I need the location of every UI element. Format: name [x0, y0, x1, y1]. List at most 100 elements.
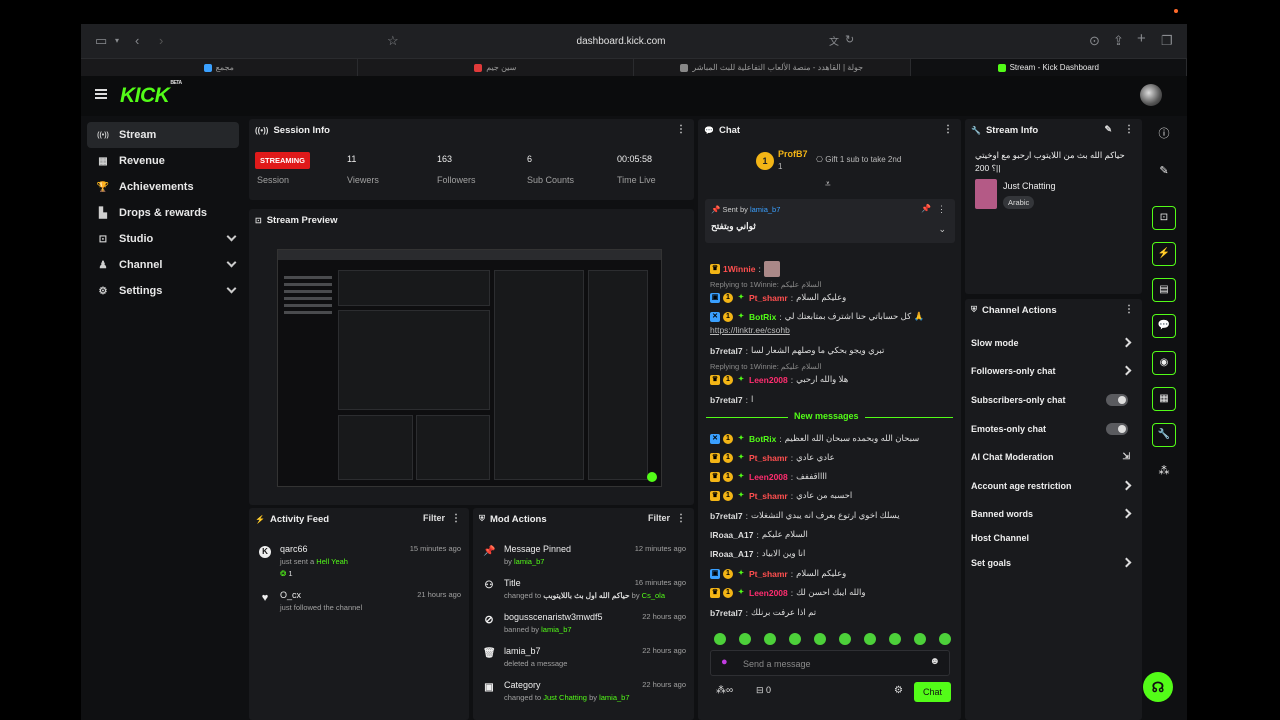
chat-username[interactable]: Pt_shamr — [749, 453, 788, 463]
sidebar-item-achievements[interactable]: 🏆 Achievements — [87, 174, 239, 200]
category-name[interactable]: Just Chatting — [1003, 181, 1056, 191]
chat-message[interactable]: b7retal7: يسلك اخوي ارتوع بعرف انه يبدي … — [710, 510, 900, 521]
emote-icon[interactable] — [914, 633, 926, 645]
mod-desc-user[interactable]: lamia_b7 — [514, 557, 544, 566]
emote-icon[interactable] — [839, 633, 851, 645]
chat-username[interactable]: Pt_shamr — [749, 569, 788, 579]
emotes-only-row[interactable]: Emotes-only chat — [971, 419, 1134, 439]
account-age-row[interactable]: Account age restriction — [971, 476, 1134, 496]
stream-preview-video[interactable] — [277, 249, 662, 487]
emotes-only-toggle[interactable] — [1106, 423, 1128, 435]
emote-icon[interactable] — [939, 633, 951, 645]
share-icon[interactable]: ⇪ — [1113, 33, 1124, 49]
gift-prompt[interactable]: ⎔ Gift 1 sub to take 2nd — [816, 155, 901, 164]
chat-message[interactable]: ♛ 1 ✦ Pt_shamr: احسبه من عادي — [710, 490, 852, 501]
emote-icon[interactable] — [789, 633, 801, 645]
filter-button[interactable]: Filter — [648, 513, 670, 523]
scroll-down-icon[interactable]: ⩡ — [825, 179, 831, 190]
slow-mode-row[interactable]: Slow mode — [971, 333, 1134, 353]
browser-tab[interactable]: سين جيم — [358, 59, 634, 76]
chat-input[interactable]: ● Send a message ☻ — [710, 650, 950, 676]
emote-icon[interactable] — [864, 633, 876, 645]
chat-username[interactable]: Pt_shamr — [749, 293, 788, 303]
chat-username[interactable]: Leen2008 — [749, 588, 788, 598]
layout-icon[interactable]: ▦ — [1152, 387, 1176, 411]
chat-username[interactable]: lRoaa_A17 — [710, 530, 753, 540]
subscribers-only-toggle[interactable] — [1106, 394, 1128, 406]
sidebar-item-channel[interactable]: ♟ Channel — [87, 252, 239, 278]
back-icon[interactable]: ‹ — [135, 33, 139, 48]
wrench-icon[interactable]: 🔧 — [1152, 423, 1176, 447]
tab-overview-icon[interactable]: ❐ — [1161, 33, 1173, 49]
more-options-icon[interactable]: ⋮ — [1124, 124, 1134, 135]
apps-icon[interactable]: ⁂ — [1152, 459, 1176, 483]
sidebar-toggle-icon[interactable]: ▭ — [95, 33, 107, 49]
emote-icon[interactable] — [714, 633, 726, 645]
translate-icon[interactable]: 文 — [829, 33, 839, 48]
top-gifter-name[interactable]: ProfB7 — [778, 149, 808, 159]
chat-username[interactable]: Leen2008 — [749, 472, 788, 482]
pencil-icon[interactable]: ✎ — [1152, 159, 1176, 183]
chat-message[interactable]: ▣ 1 ✦ Pt_shamr: وعليكم السلام — [710, 568, 846, 579]
set-goals-row[interactable]: Set goals — [971, 553, 1134, 573]
browser-tab-active[interactable]: Stream - Kick Dashboard — [910, 59, 1187, 76]
chat-message[interactable]: ▣ 1 ✦ Pt_shamr: وعليكم السلام — [710, 292, 846, 303]
sidebar-item-settings[interactable]: ⚙ Settings — [87, 278, 239, 304]
chat-message[interactable]: b7retal7: تم اذا عرفت برنلك — [710, 607, 816, 618]
chevron-down-icon[interactable]: ⌄ — [938, 224, 946, 235]
filter-button[interactable]: Filter — [423, 513, 445, 523]
sidebar-item-stream[interactable]: ((•)) Stream — [87, 122, 239, 148]
browser-tab[interactable]: مجمع — [81, 59, 358, 76]
hamburger-menu-icon[interactable] — [95, 89, 107, 99]
bolt-icon[interactable]: ⚡ — [1152, 242, 1176, 266]
pinned-message[interactable]: 📌 Sent by lamia_b7 ثواني وبتفتح 📌 ⋮ ⌄ — [705, 199, 955, 243]
activity-user[interactable]: O_cx — [280, 590, 301, 600]
broadcast-icon[interactable]: ◉ — [1152, 351, 1176, 375]
mod-desc-user[interactable]: lamia_b7 — [599, 693, 629, 702]
chat-username[interactable]: b7retal7 — [710, 511, 743, 521]
host-channel-row[interactable]: Host Channel — [971, 528, 1134, 548]
banned-words-row[interactable]: Banned words — [971, 504, 1134, 524]
followers-only-row[interactable]: Followers-only chat — [971, 361, 1134, 381]
more-options-icon[interactable]: ⋮ — [676, 513, 686, 524]
emoji-icon[interactable]: ☻ — [929, 656, 940, 667]
chat-username[interactable]: b7retal7 — [710, 395, 743, 405]
gear-icon[interactable]: ⚙ — [894, 685, 903, 696]
more-options-icon[interactable]: ⋮ — [943, 124, 953, 135]
chat-message[interactable]: ✕ 1 ✦ BotRix: كل حساباتي حنا اشترف بمتابعتك… — [710, 311, 924, 322]
more-options-icon[interactable]: ⋮ — [451, 513, 461, 524]
pencil-icon[interactable]: ✎ — [1104, 124, 1112, 135]
chat-username[interactable]: Pt_shamr — [749, 491, 788, 501]
emote-icon[interactable] — [764, 633, 776, 645]
sidebar-item-studio[interactable]: ⊡ Studio — [87, 226, 239, 252]
chat-message[interactable]: ♛ 1 ✦ Leen2008: ااااقففف — [710, 471, 827, 482]
chat-message[interactable]: lRoaa_A17: انا وين الابياد — [710, 548, 805, 559]
mod-desc-category[interactable]: Just Chatting — [543, 693, 587, 702]
mod-desc-user[interactable]: lamia_b7 — [541, 625, 571, 634]
chat-username[interactable]: b7retal7 — [710, 608, 743, 618]
chat-username[interactable]: b7retal7 — [710, 346, 743, 356]
chat-username[interactable]: Leen2008 — [749, 375, 788, 385]
new-tab-icon[interactable]: + — [1137, 30, 1146, 47]
chat-message[interactable]: ♛ 1 ✦ Leen2008: والله ايبك احسن لك — [710, 587, 866, 598]
chat-username[interactable]: 1Winnie — [723, 264, 756, 274]
browser-tab[interactable]: جولة | القاهدد - منصة الألعاب التفاعلية … — [634, 59, 911, 76]
support-headset-icon[interactable]: ☊ — [1143, 672, 1173, 702]
sidebar-item-revenue[interactable]: ▦ Revenue — [87, 148, 239, 174]
mod-desc-user[interactable]: Cs_ola — [642, 591, 665, 600]
chat-message[interactable]: lRoaa_A17: السلام عليكم — [710, 529, 808, 540]
ai-moderation-row[interactable]: AI Chat Moderation ⇲ — [971, 447, 1134, 467]
chat-message[interactable]: b7retal7: ا — [710, 394, 753, 405]
chat-username[interactable]: lRoaa_A17 — [710, 549, 753, 559]
sidebar-item-drops[interactable]: ▙ Drops & rewards — [87, 200, 239, 226]
chat-link[interactable]: https://linktr.ee/csohb — [710, 325, 790, 335]
mic-icon[interactable]: ● — [721, 656, 728, 668]
connections-icon[interactable]: ⁂∞ — [716, 685, 733, 696]
user-avatar[interactable] — [1140, 84, 1162, 106]
chat-message[interactable]: b7retal7: تبري ويجو بحكي ما وصلهم الشعار… — [710, 345, 884, 356]
chest-icon[interactable]: ⊟ 0 — [756, 685, 771, 696]
chat-message[interactable]: ♛ 1Winnie: — [710, 261, 780, 277]
activity-user[interactable]: qarc66 — [280, 544, 308, 554]
screen-icon[interactable]: ⊡ — [1152, 206, 1176, 230]
more-options-icon[interactable]: ⋮ — [937, 204, 946, 215]
